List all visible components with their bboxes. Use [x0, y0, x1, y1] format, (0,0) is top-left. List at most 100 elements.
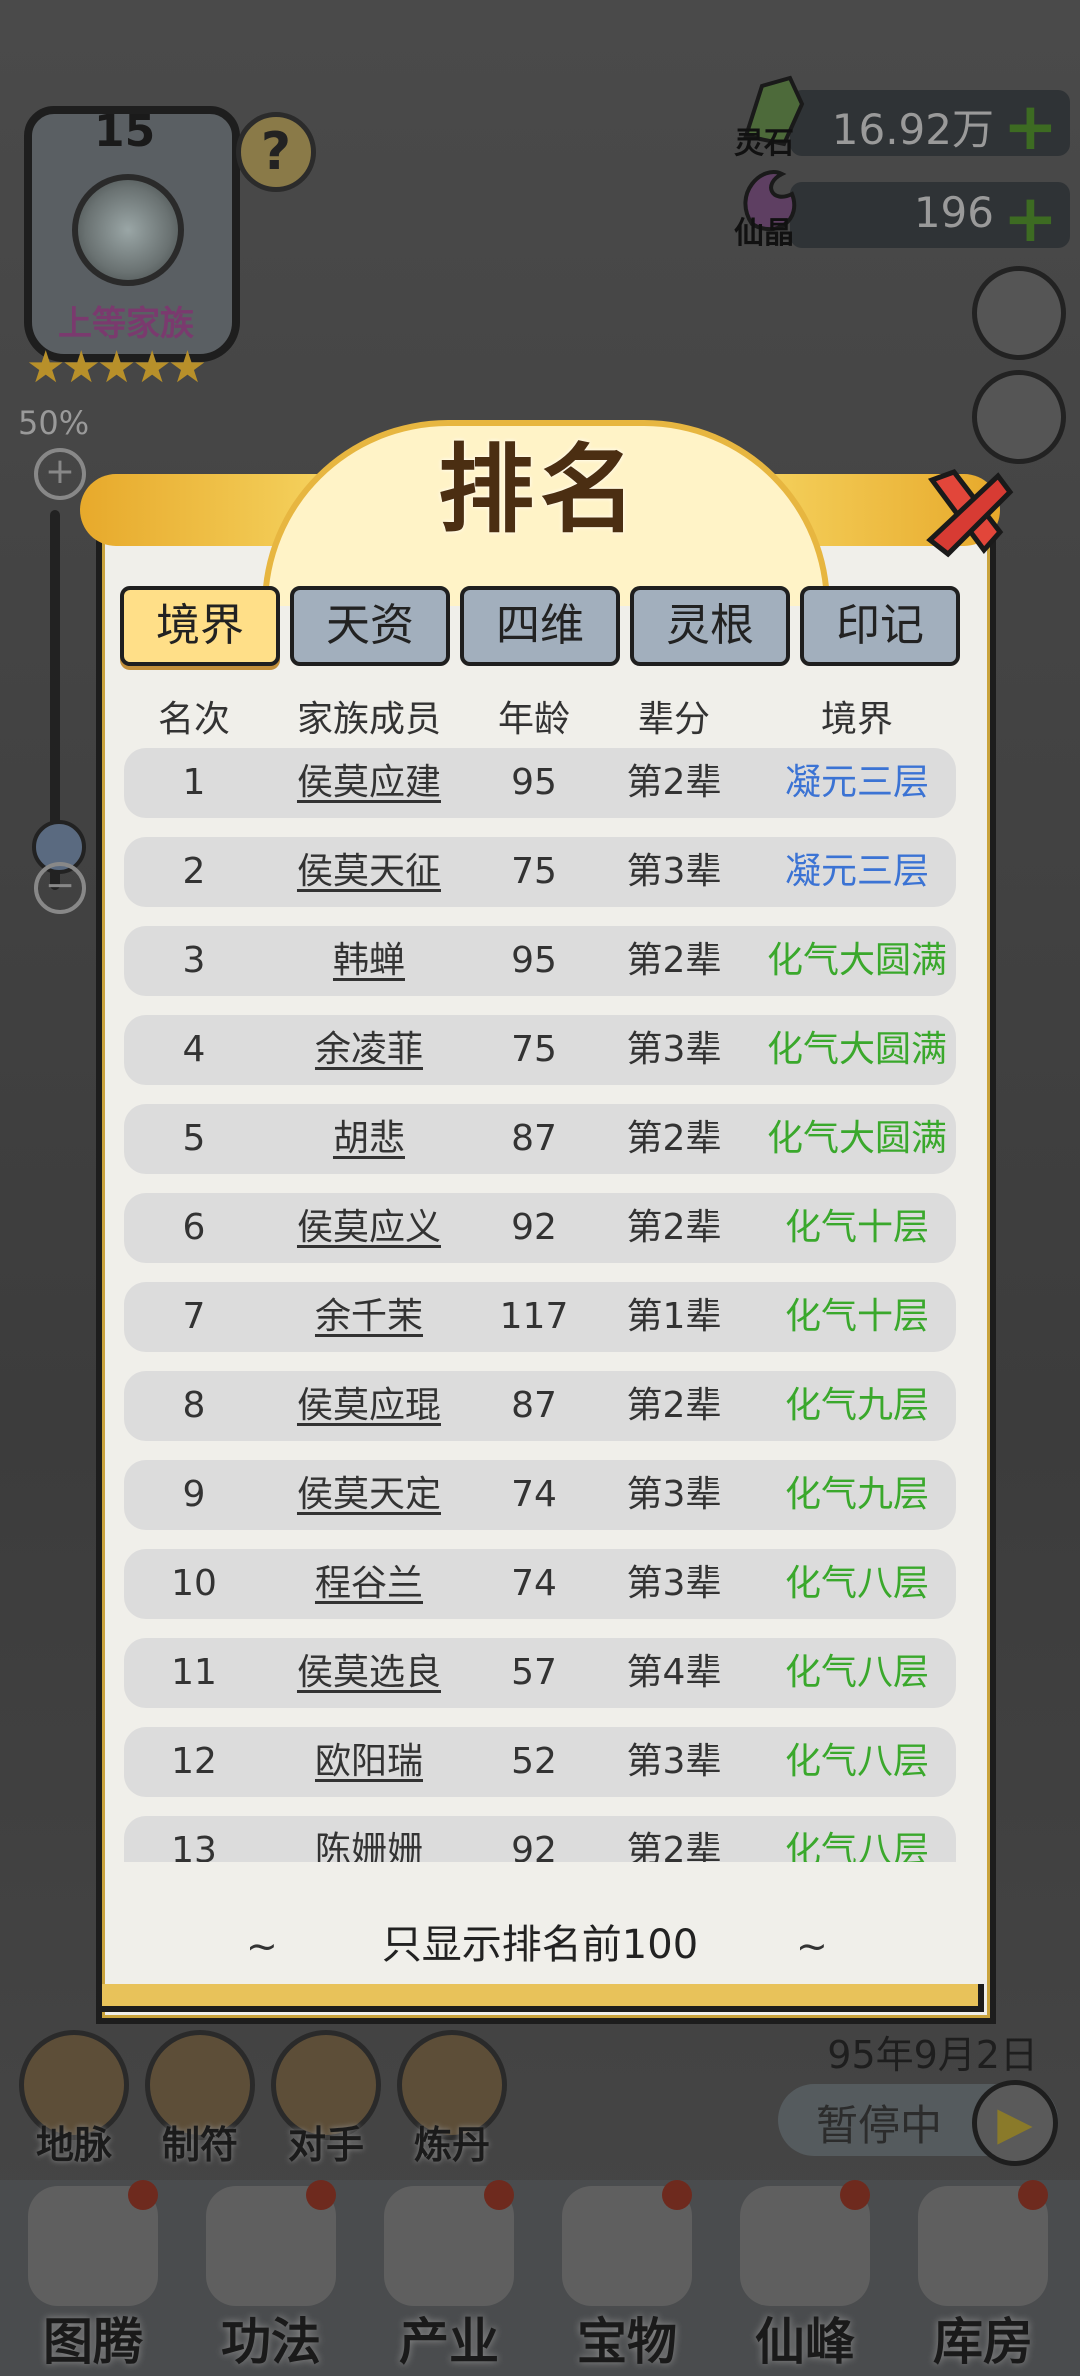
spirit-stone-bar: 16.92万 +: [790, 88, 1070, 165]
member-name-link[interactable]: 侯莫应琨: [264, 1371, 474, 1441]
table-row[interactable]: 12 欧阳瑞 52 第3辈 化气八层: [124, 1727, 956, 1797]
realm-cell: 化气九层: [784, 1474, 929, 1515]
age-cell: 87: [511, 1385, 557, 1426]
realm-cell: 化气九层: [784, 1385, 929, 1426]
member-name-link[interactable]: 余凌菲: [264, 1015, 474, 1085]
age-cell: 75: [511, 851, 557, 892]
member-name-link[interactable]: 侯莫应建: [264, 748, 474, 818]
settings-yin-yang-icon[interactable]: [972, 266, 1066, 360]
rank-cell: 13: [171, 1830, 217, 1862]
spirit-stone-label: 灵石: [734, 126, 794, 161]
swirl-right-icon: ~: [796, 1924, 828, 1968]
generation-cell: 第3辈: [626, 851, 722, 892]
family-stars: ★★★★★: [26, 342, 207, 393]
column-generation: 辈分: [637, 699, 710, 740]
nav-industry[interactable]: 产业: [364, 2180, 534, 2376]
notification-dot: [484, 2180, 514, 2210]
age-cell: 117: [499, 1296, 569, 1337]
member-name-link[interactable]: 程谷兰: [264, 1549, 474, 1619]
help-button[interactable]: ?: [236, 112, 316, 192]
member-name-link[interactable]: 陈姗姗: [264, 1816, 474, 1862]
rank-cell: 7: [182, 1296, 206, 1337]
nav-treasure[interactable]: 宝物: [542, 2180, 712, 2376]
ranking-list[interactable]: 1 侯莫应建 95 第2辈 凝元三层 2 侯莫天征 75 第3辈 凝元三层 3 韩蝉 95 第2辈 化气大圆…: [102, 740, 978, 1862]
table-row[interactable]: 2 侯莫天征 75 第3辈 凝元三层: [124, 837, 956, 907]
zoom-in-button[interactable]: +: [34, 448, 86, 500]
member-name-link[interactable]: 侯莫应义: [264, 1193, 474, 1263]
immortal-crystal-value: 196: [913, 188, 994, 237]
pause-label: 暂停中: [816, 2101, 943, 2150]
rank-cell: 3: [182, 940, 206, 981]
rank-cell: 8: [182, 1385, 206, 1426]
table-row[interactable]: 1 侯莫应建 95 第2辈 凝元三层: [124, 748, 956, 818]
generation-cell: 第3辈: [626, 1741, 722, 1782]
age-cell: 57: [511, 1652, 557, 1693]
table-row[interactable]: 9 侯莫天定 74 第3辈 化气九层: [124, 1460, 956, 1530]
menu-rival[interactable]: 对手: [266, 2030, 386, 2170]
dialog-footer-strip: [96, 1984, 984, 2012]
tab-spirit-root[interactable]: 灵根: [630, 586, 790, 666]
rank-cell: 10: [171, 1563, 217, 1604]
menu-rival-label: 对手: [287, 2123, 364, 2167]
table-row[interactable]: 5 胡悲 87 第2辈 化气大圆满: [124, 1104, 956, 1174]
table-row[interactable]: 3 韩蝉 95 第2辈 化气大圆满: [124, 926, 956, 996]
column-rank: 名次: [157, 699, 230, 740]
nav-immortal-peak[interactable]: 仙峰: [720, 2180, 890, 2376]
member-name-link[interactable]: 韩蝉: [264, 926, 474, 996]
pause-button[interactable]: 暂停中 ▶: [778, 2080, 1058, 2166]
zoom-out-button[interactable]: −: [34, 862, 86, 914]
tab-attributes[interactable]: 四维: [460, 586, 620, 666]
nav-totem[interactable]: 图腾: [8, 2180, 178, 2376]
member-name-link[interactable]: 侯莫天定: [264, 1460, 474, 1530]
table-row[interactable]: 6 侯莫应义 92 第2辈 化气十层: [124, 1193, 956, 1263]
table-row[interactable]: 13 陈姗姗 92 第2辈 化气八层: [124, 1816, 956, 1862]
nav-storehouse-label: 库房: [933, 2313, 1033, 2371]
family-badge[interactable]: 15 上等家族 ★★★★★: [14, 96, 240, 396]
nav-technique[interactable]: 功法: [186, 2180, 356, 2376]
rank-cell: 5: [182, 1118, 206, 1159]
close-icon[interactable]: [914, 458, 1018, 562]
menu-alchemy[interactable]: 炼丹: [392, 2030, 512, 2170]
nav-storehouse[interactable]: 库房: [898, 2180, 1068, 2376]
table-row[interactable]: 10 程谷兰 74 第3辈 化气八层: [124, 1549, 956, 1619]
column-member: 家族成员: [296, 699, 441, 740]
add-immortal-crystal-button[interactable]: +: [1003, 180, 1058, 257]
realm-cell: 化气十层: [784, 1207, 929, 1248]
table-row[interactable]: 4 余凌菲 75 第3辈 化气大圆满: [124, 1015, 956, 1085]
realm-cell: 化气八层: [784, 1830, 929, 1862]
member-name-link[interactable]: 欧阳瑞: [264, 1727, 474, 1797]
realm-cell: 化气八层: [784, 1741, 929, 1782]
table-row[interactable]: 11 侯莫选良 57 第4辈 化气八层: [124, 1638, 956, 1708]
menu-earth-vein-label: 地脉: [35, 2123, 112, 2167]
scroll-icon[interactable]: [972, 370, 1066, 464]
table-row[interactable]: 7 余千茉 117 第1辈 化气十层: [124, 1282, 956, 1352]
member-name-link[interactable]: 侯莫天征: [264, 837, 474, 907]
realm-cell: 化气八层: [784, 1652, 929, 1693]
immortal-crystal-icon: 仙晶: [732, 164, 808, 251]
generation-cell: 第2辈: [626, 1830, 722, 1862]
member-name-link[interactable]: 余千茉: [264, 1282, 474, 1352]
realm-cell: 化气大圆满: [766, 1118, 947, 1159]
realm-cell: 化气八层: [784, 1563, 929, 1604]
generation-cell: 第3辈: [626, 1029, 722, 1070]
rank-cell: 2: [182, 851, 206, 892]
member-name-link[interactable]: 胡悲: [264, 1104, 474, 1174]
generation-cell: 第3辈: [626, 1563, 722, 1604]
generation-cell: 第2辈: [626, 762, 722, 803]
menu-talisman[interactable]: 制符: [140, 2030, 260, 2170]
realm-cell: 凝元三层: [784, 851, 929, 892]
play-icon[interactable]: ▶: [972, 2080, 1058, 2166]
immortal-crystal-bar: 196 +: [790, 180, 1070, 257]
member-name-link[interactable]: 侯莫选良: [264, 1638, 474, 1708]
table-row[interactable]: 8 侯莫应琨 87 第2辈 化气九层: [124, 1371, 956, 1441]
notification-dot: [128, 2180, 158, 2210]
menu-earth-vein[interactable]: 地脉: [14, 2030, 134, 2170]
spirit-stone-icon: 灵石: [732, 74, 808, 161]
tab-realm[interactable]: 境界: [120, 586, 280, 666]
tab-seal[interactable]: 印记: [800, 586, 960, 666]
generation-cell: 第4辈: [626, 1652, 722, 1693]
generation-cell: 第2辈: [626, 940, 722, 981]
add-spirit-stone-button[interactable]: +: [1003, 88, 1058, 165]
realm-cell: 化气大圆满: [766, 1029, 947, 1070]
tab-talent[interactable]: 天资: [290, 586, 450, 666]
